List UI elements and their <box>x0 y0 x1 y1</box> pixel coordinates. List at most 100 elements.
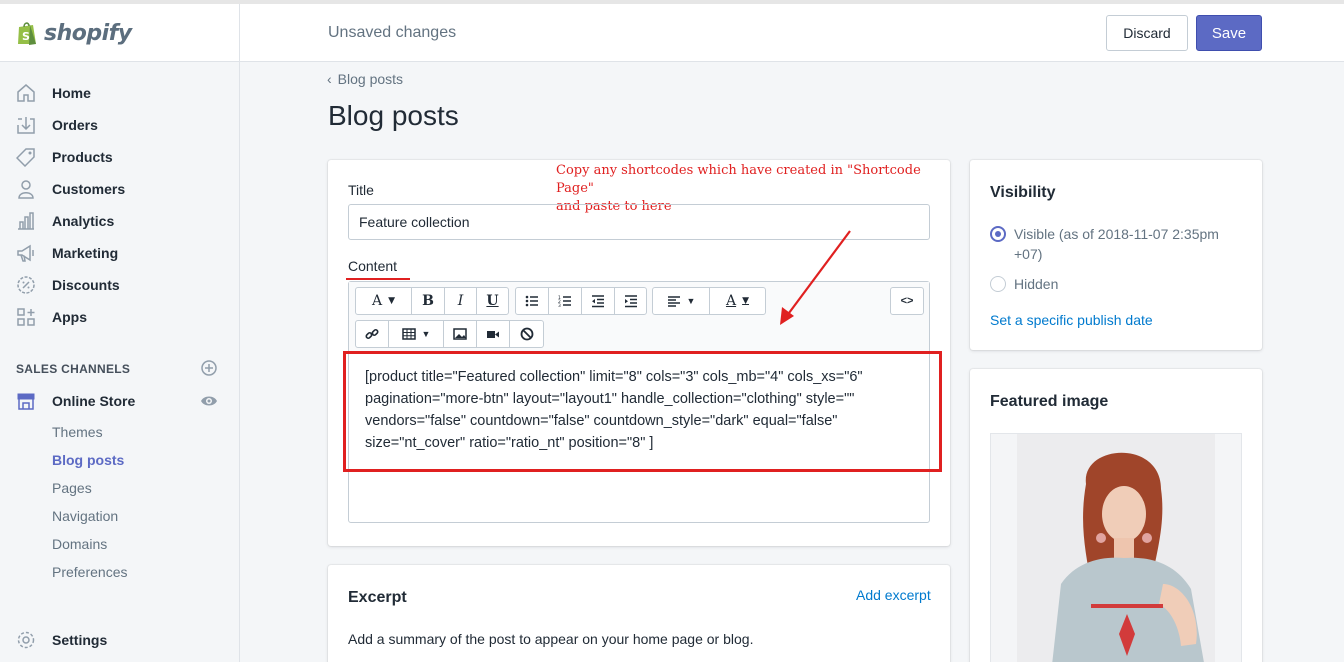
html-toggle-button[interactable]: <> <box>891 288 923 314</box>
visible-radio-label: Visible (as of 2018-11-07 2:35pm +07) <box>1014 226 1219 262</box>
insert-image-button[interactable] <box>444 321 477 347</box>
save-button[interactable]: Save <box>1196 15 1262 51</box>
table-dropdown[interactable]: ▼ <box>389 321 444 347</box>
sidebar-item-label: Orders <box>52 117 98 133</box>
visibility-title: Visibility <box>990 184 1056 201</box>
sidebar-item-label: Discounts <box>52 277 120 293</box>
bold-button[interactable]: B <box>412 288 445 314</box>
sidebar-item-customers[interactable]: Customers <box>16 175 125 203</box>
sidebar-item-label: Online Store <box>52 393 136 409</box>
link-icon <box>365 328 379 340</box>
bullet-list-button[interactable] <box>516 288 549 314</box>
visibility-card: Visibility Visible (as of 2018-11-07 2:3… <box>970 160 1262 350</box>
underline-button[interactable]: U <box>477 288 508 314</box>
excerpt-title: Excerpt <box>348 589 407 606</box>
insert-video-button[interactable] <box>477 321 510 347</box>
apps-icon <box>16 307 36 327</box>
breadcrumb[interactable]: ‹ Blog posts <box>327 71 403 87</box>
sidebar: Home Orders Products Customers Analytics… <box>0 62 240 662</box>
svg-text:S: S <box>22 30 30 43</box>
font-dropdown[interactable]: A ▼ <box>356 288 412 314</box>
indent-button[interactable] <box>615 288 646 314</box>
page-title: Blog posts <box>328 100 459 131</box>
store-icon <box>16 391 36 411</box>
sidebar-item-label: Settings <box>52 632 108 648</box>
featured-image-illustration <box>991 434 1241 662</box>
list-group: 123 <box>515 287 647 315</box>
chevron-left-icon: ‹ <box>327 71 332 87</box>
sidebar-sub-blog-posts[interactable]: Blog posts <box>52 452 124 468</box>
logo-area[interactable]: S shopify <box>0 4 240 62</box>
outdent-icon <box>592 295 604 308</box>
sidebar-item-home[interactable]: Home <box>16 79 91 107</box>
megaphone-icon <box>16 243 36 263</box>
clear-format-button[interactable] <box>510 321 543 347</box>
sidebar-sub-preferences[interactable]: Preferences <box>52 564 127 580</box>
sidebar-item-marketing[interactable]: Marketing <box>16 239 118 267</box>
sidebar-item-label: Home <box>52 85 91 101</box>
clear-format-icon <box>520 327 533 341</box>
sidebar-item-label: Products <box>52 149 113 165</box>
home-icon <box>16 83 36 103</box>
bullet-list-icon <box>525 295 538 307</box>
visible-radio[interactable] <box>990 226 1006 242</box>
sidebar-item-online-store[interactable]: Online Store <box>16 387 135 415</box>
title-label: Title <box>348 182 374 198</box>
sidebar-item-settings[interactable]: Settings <box>16 626 107 654</box>
set-publish-date-link[interactable]: Set a specific publish date <box>990 312 1153 328</box>
insert-group: ▼ <box>355 320 544 348</box>
hidden-radio-label: Hidden <box>1014 276 1059 292</box>
sidebar-sub-themes[interactable]: Themes <box>52 424 103 440</box>
format-group: A ▼ B I U <box>355 287 509 315</box>
indent-icon <box>624 295 637 308</box>
excerpt-help-text: Add a summary of the post to appear on y… <box>348 631 754 647</box>
numbered-list-button[interactable]: 123 <box>549 288 582 314</box>
html-toggle-group: <> <box>890 287 924 315</box>
featured-image-title: Featured image <box>990 393 1109 410</box>
sidebar-item-orders[interactable]: Orders <box>16 111 98 139</box>
table-icon <box>401 328 416 340</box>
caret-down-icon: ▼ <box>686 296 696 306</box>
annotation-highlight-box <box>343 351 942 472</box>
sidebar-sub-pages[interactable]: Pages <box>52 480 92 496</box>
orders-icon <box>16 115 36 135</box>
sidebar-sub-domains[interactable]: Domains <box>52 536 107 552</box>
sidebar-item-products[interactable]: Products <box>16 143 113 171</box>
eye-icon[interactable] <box>200 392 218 410</box>
discount-icon <box>16 275 36 295</box>
top-bar: S shopify Unsaved changes Discard Save <box>0 0 1344 62</box>
sidebar-item-apps[interactable]: Apps <box>16 303 87 331</box>
annotation-arrow-icon <box>780 230 851 325</box>
outdent-button[interactable] <box>582 288 615 314</box>
video-icon <box>487 331 499 338</box>
text-color-dropdown[interactable]: A ▼ <box>710 288 765 314</box>
sidebar-item-label: Apps <box>52 309 87 325</box>
align-color-group: ▼ A ▼ <box>652 287 766 315</box>
annotation-underline <box>346 278 410 280</box>
sidebar-item-analytics[interactable]: Analytics <box>16 207 114 235</box>
featured-image-card: Featured image <box>970 369 1262 662</box>
add-channel-icon[interactable] <box>200 359 218 377</box>
discard-button[interactable]: Discard <box>1106 15 1188 51</box>
breadcrumb-label: Blog posts <box>337 71 404 87</box>
gear-icon <box>16 630 36 650</box>
sidebar-sub-navigation[interactable]: Navigation <box>52 508 118 524</box>
italic-button[interactable]: I <box>445 288 477 314</box>
unsaved-changes-label: Unsaved changes <box>328 24 457 41</box>
link-button[interactable] <box>356 321 389 347</box>
featured-image[interactable] <box>990 433 1242 662</box>
sales-channels-heading: SALES CHANNELS <box>16 362 131 376</box>
shopify-bag-icon: S <box>16 20 38 46</box>
content-label: Content <box>348 258 398 274</box>
sidebar-item-label: Customers <box>52 181 126 197</box>
sidebar-item-label: Analytics <box>52 213 115 229</box>
image-icon <box>453 328 467 340</box>
caret-down-icon: ▼ <box>421 329 431 339</box>
hidden-radio[interactable] <box>990 276 1006 292</box>
align-dropdown[interactable]: ▼ <box>653 288 710 314</box>
add-excerpt-link[interactable]: Add excerpt <box>856 587 931 603</box>
numbered-list-icon: 123 <box>558 295 571 308</box>
sidebar-item-discounts[interactable]: Discounts <box>16 271 120 299</box>
caret-down-icon: ▼ <box>742 296 750 306</box>
tag-icon <box>16 147 36 167</box>
